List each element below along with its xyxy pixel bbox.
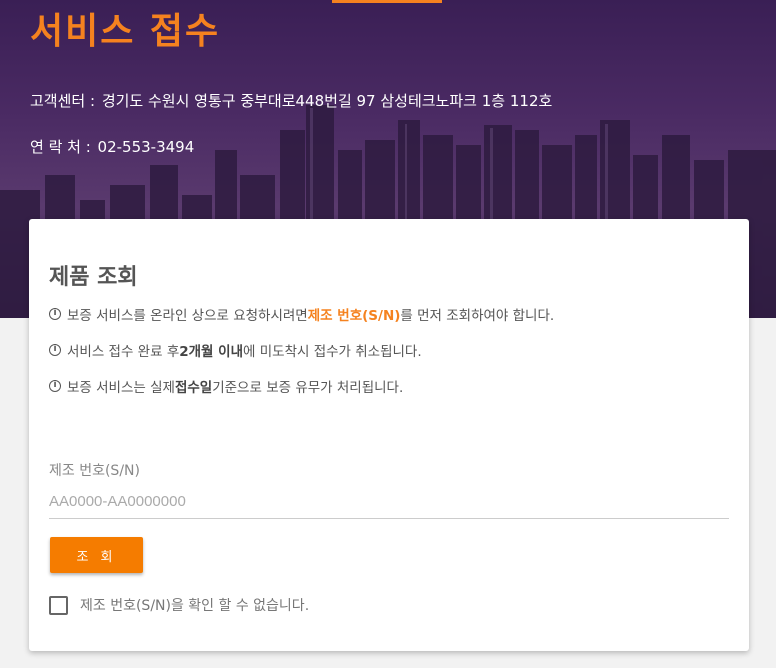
contact-line: 연 락 처 : 02-553-3494 [30,136,194,157]
notice-item: i 보증 서비스는 실제 접수일 기준으로 보증 유무가 처리됩니다. [49,376,403,396]
address-line: 고객센터 : 경기도 수원시 영통구 중부대로448번길 97 삼성테크노파크 … [30,90,552,111]
accent-bar [332,0,442,3]
notice-text: 보증 서비스는 실제 [67,380,175,396]
serial-number-input[interactable] [49,485,729,519]
notice-text: 를 먼저 조회하여야 합니다. [400,308,555,324]
notice-item: i 서비스 접수 완료 후 2개월 이내 에 미도착시 접수가 취소됩니다. [49,340,422,360]
info-icon: i [49,344,61,356]
notice-text: 기준으로 보증 유무가 처리됩니다. [212,380,404,396]
card-title: 제품 조회 [49,265,138,290]
address-label: 고객센터 : [30,92,96,110]
notice-text: 서비스 접수 완료 후 [67,344,180,360]
notice-highlight: 제조 번호(S/N) [307,308,401,324]
product-lookup-card: 제품 조회 i 보증 서비스를 온라인 상으로 요청하시려면 제조 번호(S/N… [29,219,749,651]
search-button[interactable]: 조 회 [50,537,143,573]
unknown-serial-label: 제조 번호(S/N)을 확인 할 수 없습니다. [80,598,310,614]
unknown-serial-option[interactable]: 제조 번호(S/N)을 확인 할 수 없습니다. [49,595,309,615]
notice-highlight: 2개월 이내 [179,344,244,360]
notice-highlight: 접수일 [174,380,213,396]
notice-text: 보증 서비스를 온라인 상으로 요청하시려면 [67,308,308,324]
page-title: 서비스 접수 [30,11,221,52]
info-icon: i [49,308,61,320]
checkbox-icon[interactable] [49,595,68,615]
contact-label: 연 락 처 : [30,138,91,156]
address-value: 경기도 수원시 영통구 중부대로448번길 97 삼성테크노파크 1층 112호 [101,92,553,110]
notice-text: 에 미도착시 접수가 취소됩니다. [243,344,422,360]
notice-item: i 보증 서비스를 온라인 상으로 요청하시려면 제조 번호(S/N) 를 먼저… [49,304,554,324]
contact-value: 02-553-3494 [97,138,195,156]
serial-number-label: 제조 번호(S/N) [49,463,140,479]
info-icon: i [49,380,61,392]
